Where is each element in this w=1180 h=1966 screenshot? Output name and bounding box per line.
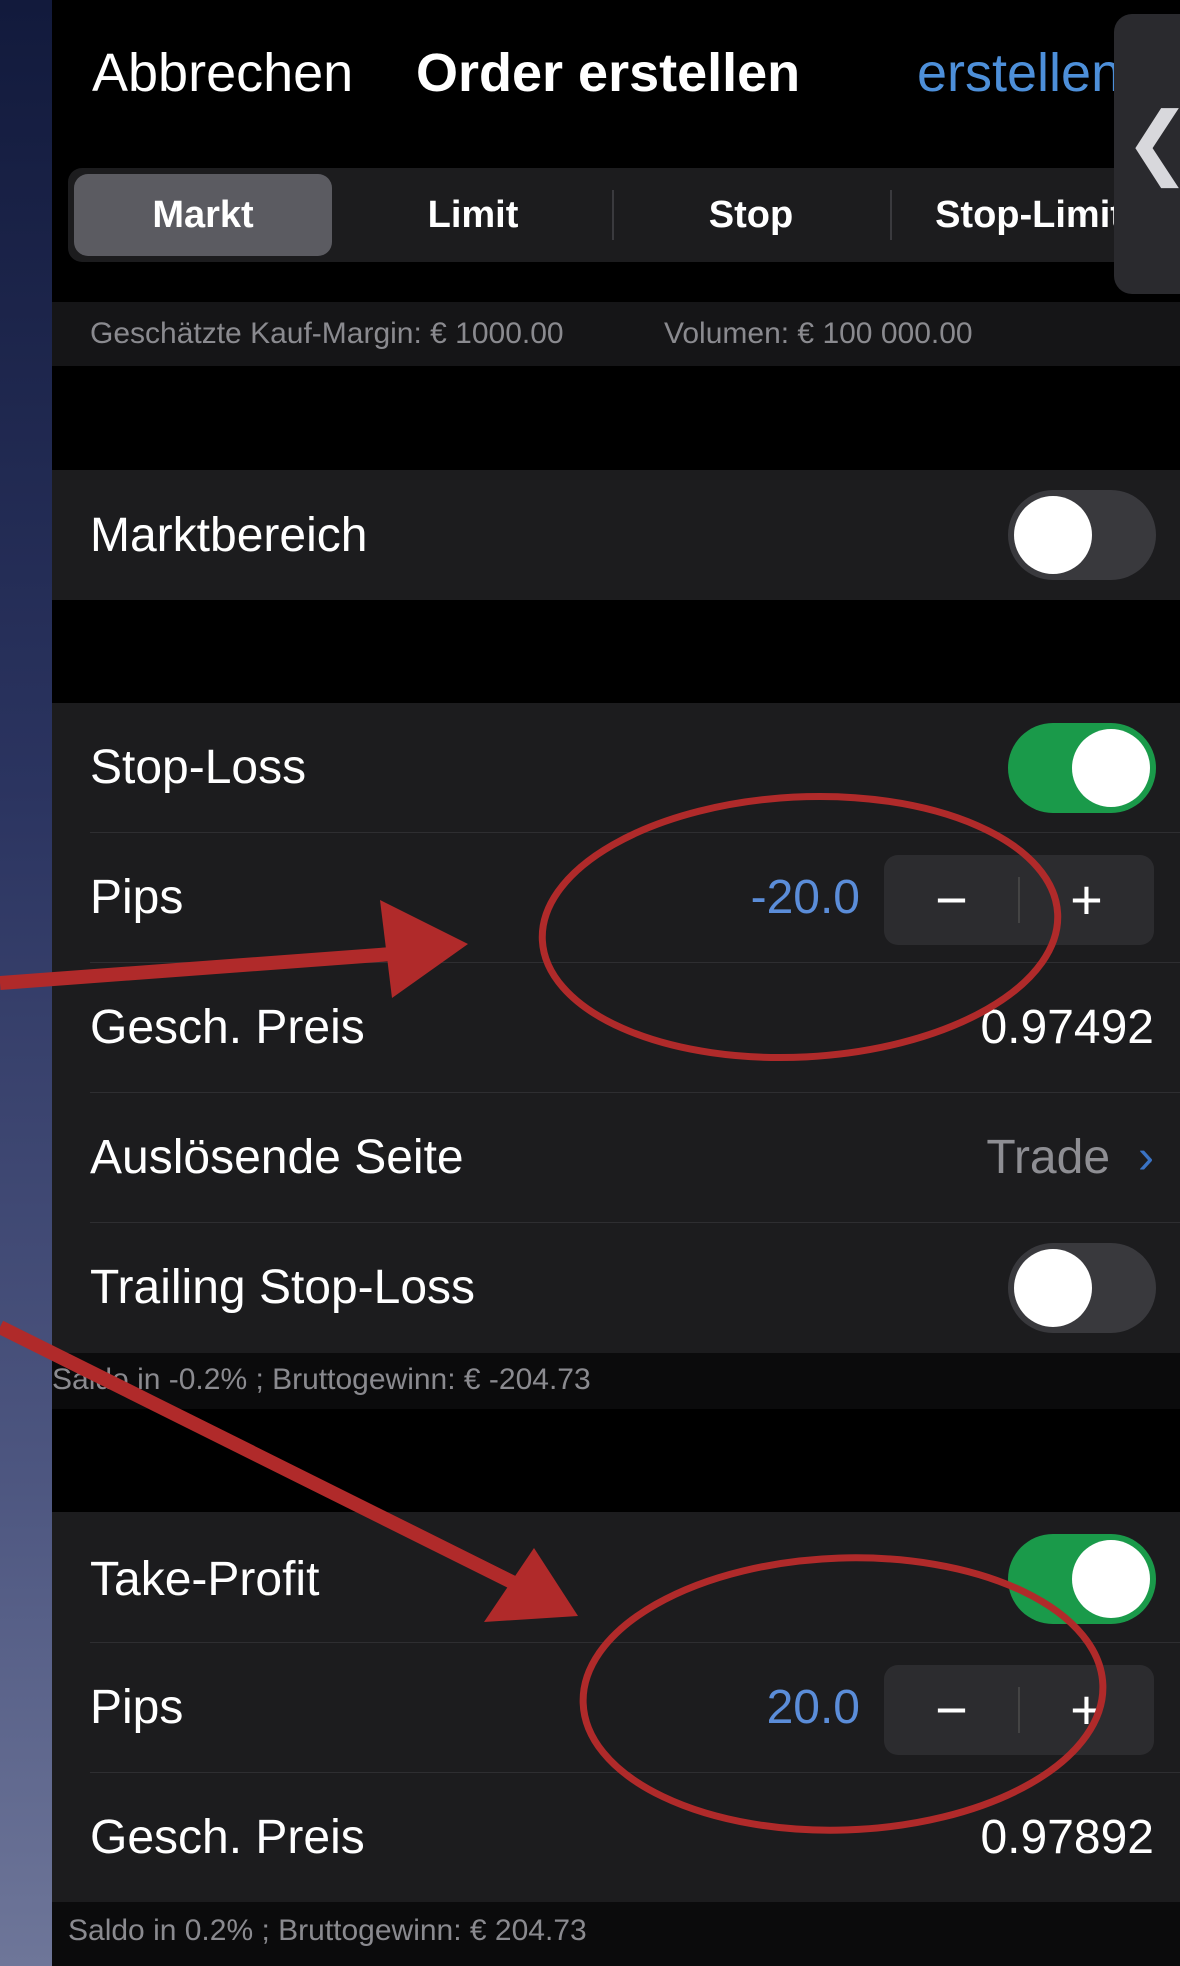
arrow-line [0, 947, 393, 990]
arrow-head [380, 900, 468, 998]
arrow-head [484, 1548, 578, 1622]
annotation-circle [538, 792, 1062, 1062]
annotation-circle [579, 1554, 1107, 1834]
annotation-overlay [0, 792, 1107, 1834]
arrow-line [0, 1320, 522, 1592]
